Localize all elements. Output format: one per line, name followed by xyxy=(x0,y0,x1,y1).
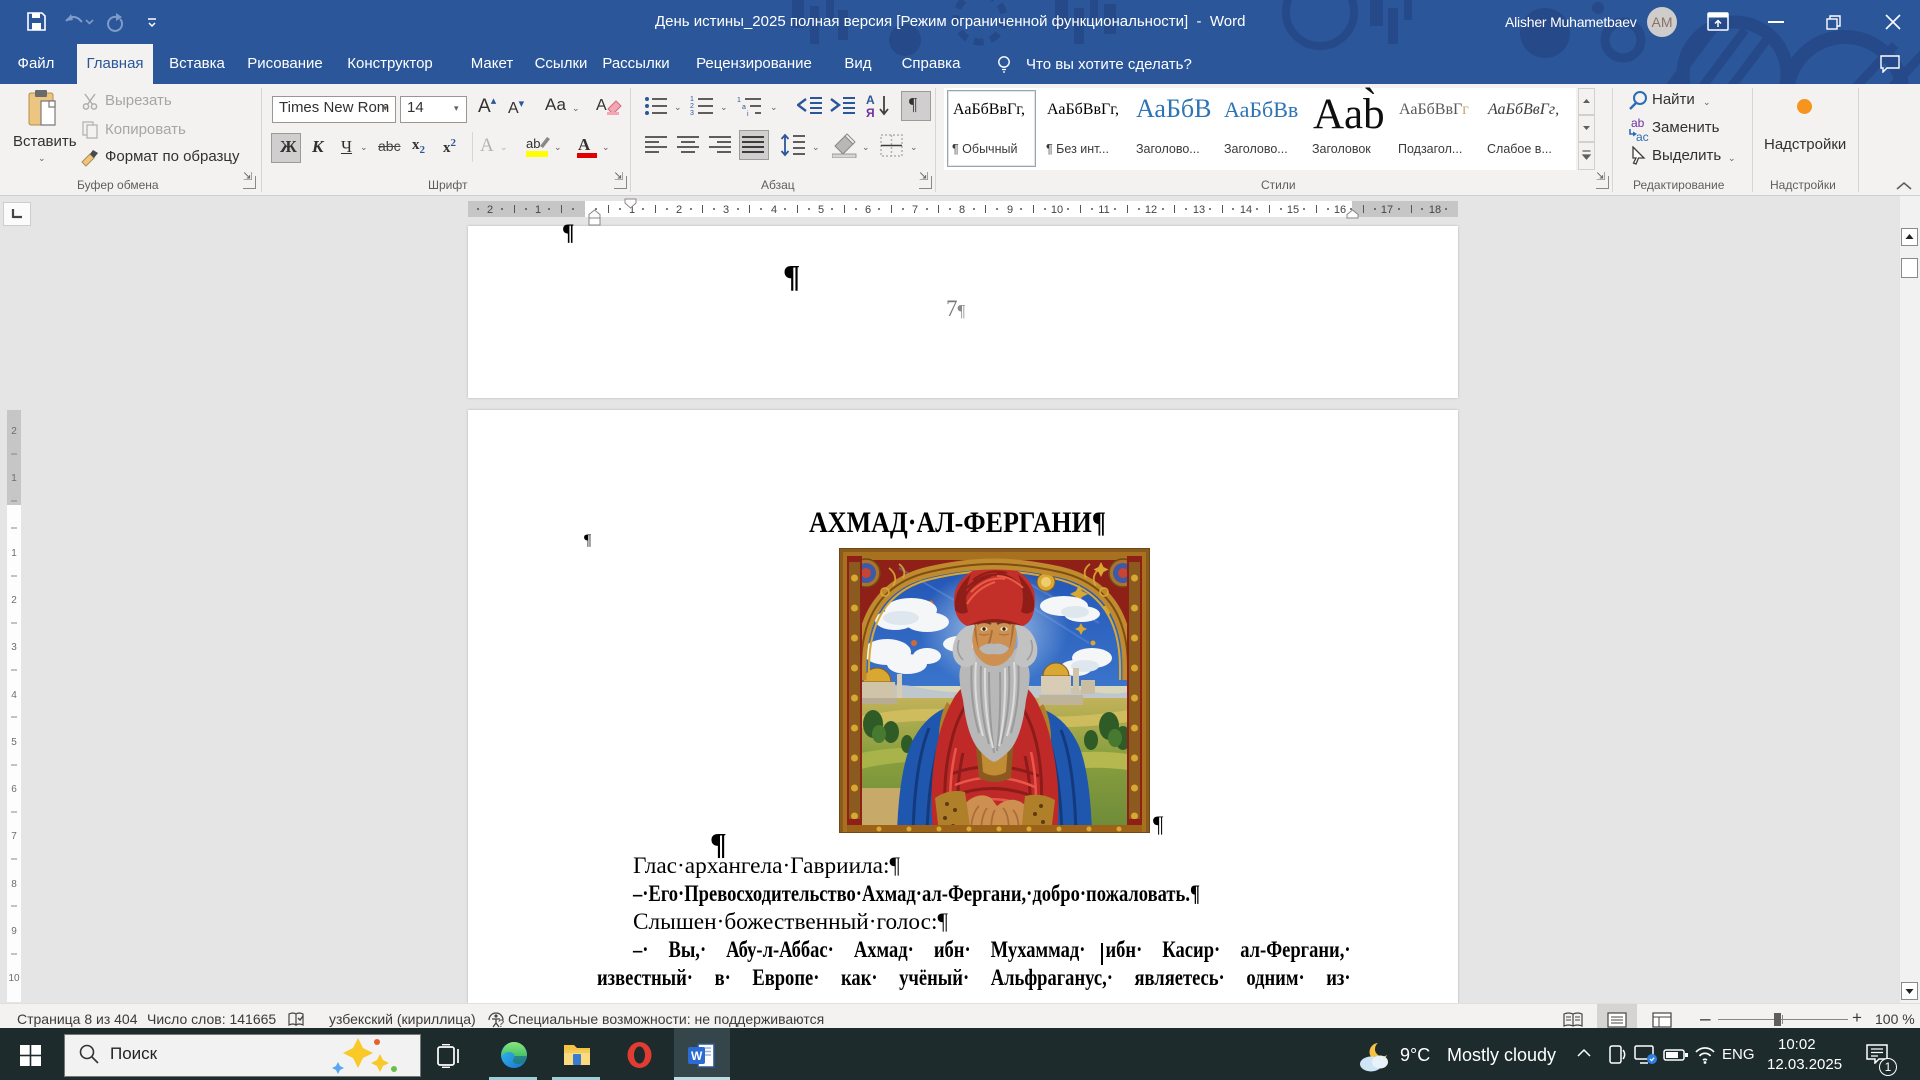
svg-text:А: А xyxy=(596,97,607,114)
svg-text:14: 14 xyxy=(1240,204,1252,216)
svg-text:6: 6 xyxy=(865,204,871,216)
svg-text:2: 2 xyxy=(11,595,17,606)
svg-text:17: 17 xyxy=(1381,204,1393,216)
svg-text:4: 4 xyxy=(11,690,17,701)
svg-text:1: 1 xyxy=(737,97,741,104)
svg-text:4: 4 xyxy=(771,204,777,216)
svg-text:12: 12 xyxy=(1145,204,1157,216)
svg-text:1: 1 xyxy=(11,548,17,559)
svg-text:1: 1 xyxy=(535,204,541,216)
svg-text:5: 5 xyxy=(818,204,824,216)
svg-text:6: 6 xyxy=(11,784,17,795)
svg-text:10: 10 xyxy=(8,973,20,984)
svg-text:a: a xyxy=(742,104,746,111)
svg-text:2: 2 xyxy=(676,204,682,216)
svg-text:8: 8 xyxy=(11,879,17,890)
svg-text:5: 5 xyxy=(11,737,17,748)
svg-text:3: 3 xyxy=(690,110,694,117)
svg-text:13: 13 xyxy=(1193,204,1205,216)
svg-text:16: 16 xyxy=(1334,204,1346,216)
svg-text:i: i xyxy=(747,111,749,117)
svg-text:7: 7 xyxy=(912,204,918,216)
svg-text:А: А xyxy=(866,93,875,107)
svg-text:Я: Я xyxy=(866,106,875,119)
svg-text:ab: ab xyxy=(526,136,540,151)
svg-text:1: 1 xyxy=(11,473,17,484)
svg-text:11: 11 xyxy=(1098,204,1109,216)
svg-text:9: 9 xyxy=(1007,204,1013,216)
svg-text:1: 1 xyxy=(690,96,694,103)
svg-text:7: 7 xyxy=(11,831,17,842)
svg-text:3: 3 xyxy=(723,204,729,216)
svg-text:2: 2 xyxy=(487,204,493,216)
svg-text:15: 15 xyxy=(1287,204,1299,216)
svg-text:8: 8 xyxy=(959,204,965,216)
svg-text:2: 2 xyxy=(690,103,694,110)
svg-text:3: 3 xyxy=(11,642,17,653)
svg-text:ac: ac xyxy=(1636,130,1649,143)
svg-text:А: А xyxy=(578,135,591,154)
svg-text:2: 2 xyxy=(11,426,17,437)
svg-text:18: 18 xyxy=(1429,204,1441,216)
svg-text:ab: ab xyxy=(1631,117,1645,130)
svg-text:10: 10 xyxy=(1051,204,1063,216)
svg-text:W: W xyxy=(691,1049,703,1063)
svg-text:9: 9 xyxy=(11,926,17,937)
